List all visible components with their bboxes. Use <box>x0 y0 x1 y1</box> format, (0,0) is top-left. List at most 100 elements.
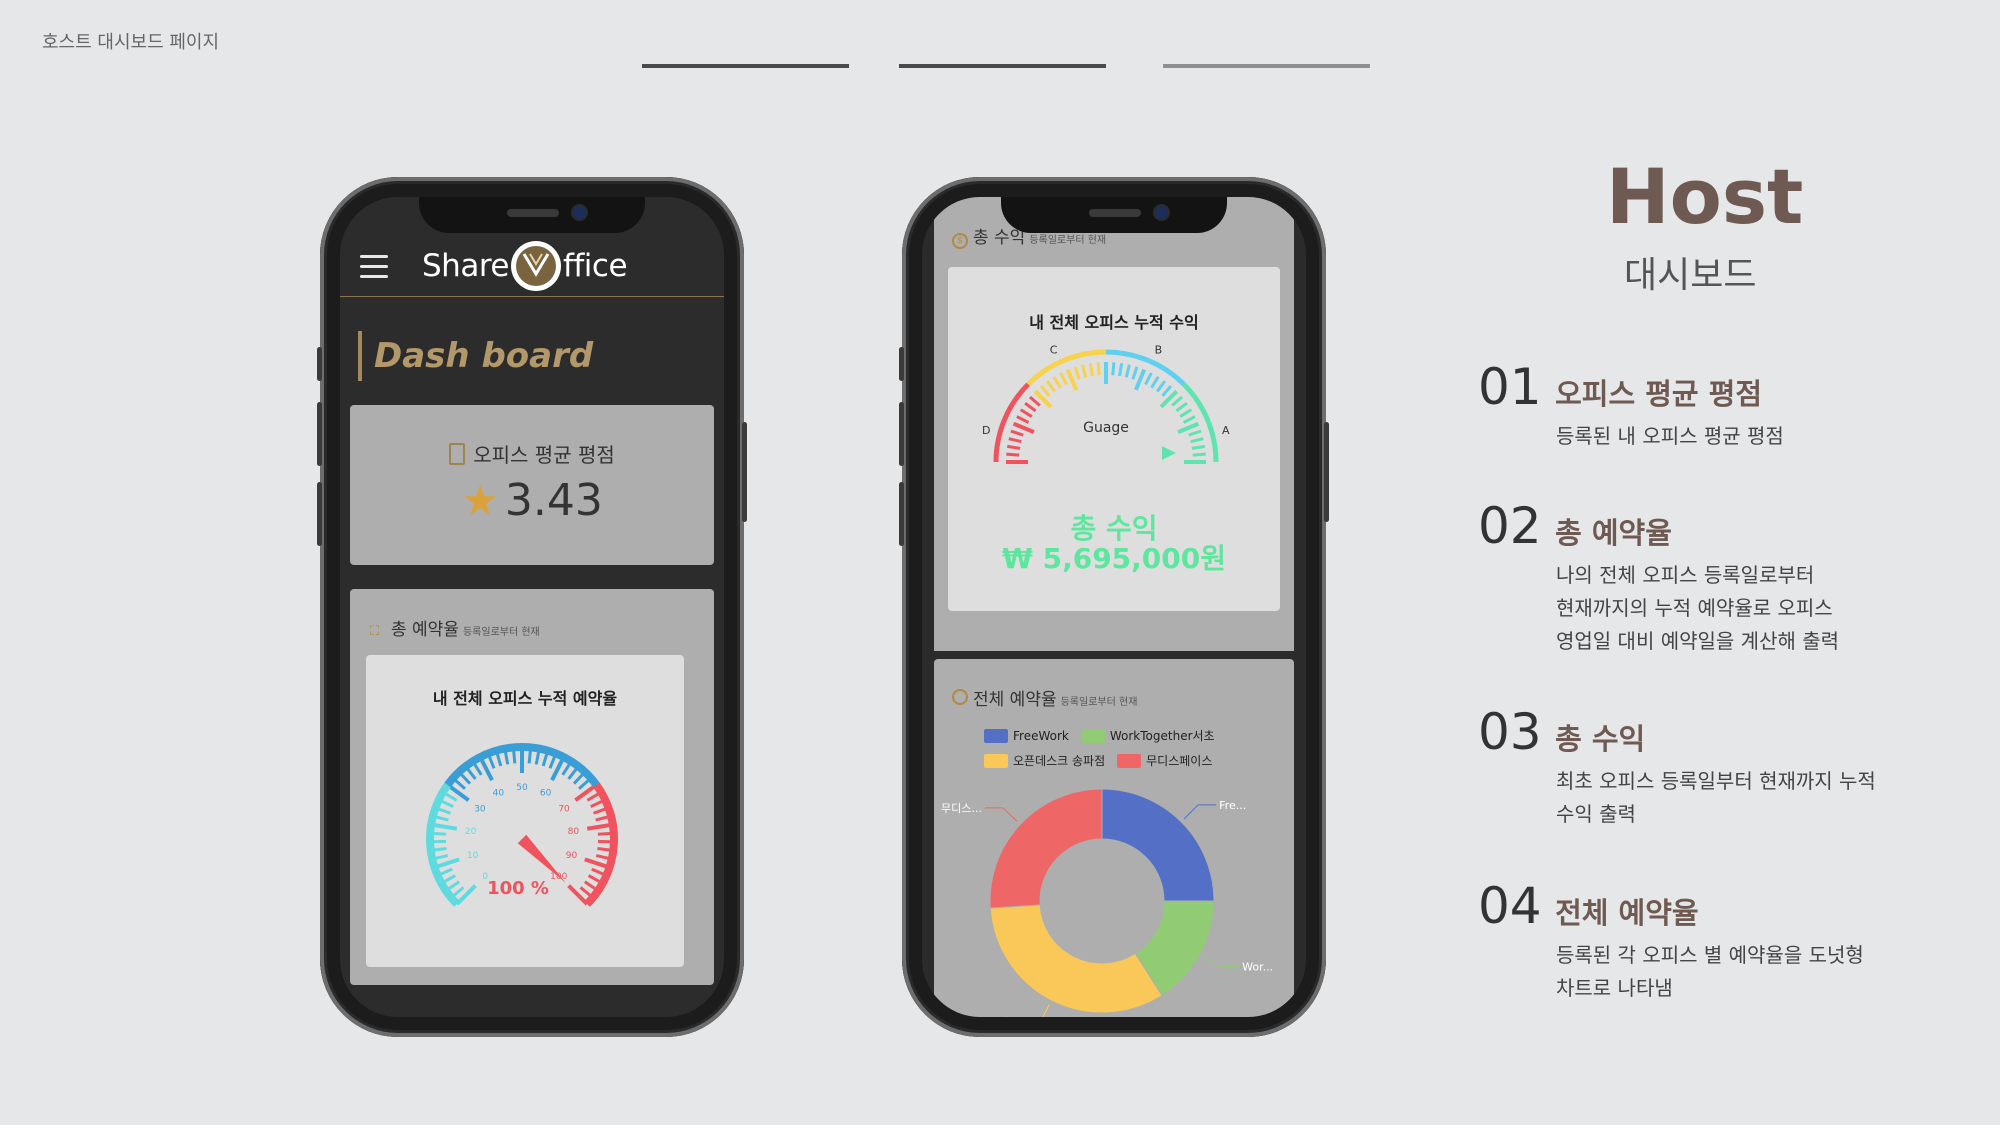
gauge-tick <box>430 822 458 831</box>
gauge-tick-label: 40 <box>493 789 505 799</box>
dollar-icon: $ <box>952 233 968 249</box>
gauge-tick <box>1144 372 1153 386</box>
feature-number: 02 <box>1478 497 1542 555</box>
gauge-tick <box>1171 395 1184 407</box>
feature-number: 04 <box>1478 877 1542 935</box>
gauge-band <box>1105 349 1186 386</box>
gauge-center-label: Guage <box>1083 420 1129 436</box>
dashboard-title: Dash board <box>358 331 593 381</box>
gauge-band <box>1026 349 1107 386</box>
gauge-tick <box>1179 408 1193 418</box>
phone-mockup-revenue: $ 총 수익 등록일로부터 현재 내 전체 오피스 누적 수익 D C B A Guage … <box>899 177 1329 1037</box>
donut-slice-label: Fre... <box>1219 799 1246 812</box>
occupancy-card-title: 전체 예약율 <box>973 690 1057 710</box>
legend-label: FreeWork <box>1013 729 1069 743</box>
gauge-tick <box>1012 421 1035 434</box>
booking-gauge-title: 내 전체 오피스 누적 예약율 <box>432 689 618 708</box>
revenue-card: $ 총 수익 등록일로부터 현재 내 전체 오피스 누적 수익 D C B A Guage … <box>934 197 1294 651</box>
sitemap-icon: ⛶ <box>370 624 380 639</box>
legend-item[interactable]: FreeWork <box>984 729 1069 743</box>
gauge-tick <box>1059 372 1068 386</box>
legend-label: WorkTogether서초 <box>1109 729 1215 743</box>
menu-icon[interactable] <box>360 255 388 285</box>
feature-number: 03 <box>1478 703 1542 761</box>
feature-section-02: 02 총 예약율 나의 전체 오피스 등록일로부터 현재까지의 누적 예약율로 오… <box>1478 497 1839 658</box>
gauge-tick <box>1024 402 1037 413</box>
phone-volume-up-button <box>317 402 322 466</box>
phone-side-button <box>899 347 904 381</box>
legend-item[interactable]: WorkTogether서초 <box>1080 727 1215 744</box>
panel-subtitle: 대시보드 <box>1624 255 1757 296</box>
phone-notch <box>1001 197 1227 233</box>
app-logo[interactable]: Share ffice <box>422 241 628 291</box>
phone-volume-up-button <box>899 402 904 466</box>
feature-title: 오피스 평균 평점 <box>1555 377 1763 411</box>
phone-screen: Share ffice Dash board 오피스 평균 평점 ★ 3.43 ⛶… <box>340 197 724 1017</box>
booking-card-title: 총 예약율 <box>391 620 459 640</box>
revenue-card-subtitle: 등록일로부터 현재 <box>1029 235 1107 246</box>
booking-card-header: ⛶ 총 예약율 등록일로부터 현재 <box>370 615 540 640</box>
occupancy-card-header: 전체 예약율 등록일로부터 현재 <box>952 685 1137 710</box>
gauge-tick <box>1182 415 1196 424</box>
gauge-tick-label: 80 <box>568 827 580 837</box>
gauge-pointer <box>1162 446 1176 460</box>
booking-card-subtitle: 등록일로부터 현재 <box>462 627 540 638</box>
revenue-card-title: 총 수익 <box>973 228 1026 248</box>
feature-section-03: 03 총 수익 최초 오피스 등록일부터 현재까지 누적 수익 출력 <box>1478 703 1876 831</box>
gauge-tick-label: 10 <box>467 851 479 861</box>
gauge-tick <box>1096 362 1101 376</box>
legend-swatch <box>1080 729 1105 743</box>
gauge-tick-label: 30 <box>474 804 486 814</box>
gauge-tick <box>1065 368 1078 391</box>
gauge-tick-label: 70 <box>558 804 570 814</box>
progress-segment-3 <box>1163 64 1370 68</box>
phone-power-button <box>742 422 747 522</box>
rating-card-header: 오피스 평균 평점 <box>350 439 714 468</box>
feature-title: 총 수익 <box>1555 722 1646 756</box>
gauge-tick <box>1175 402 1188 413</box>
panel-title: Host <box>1606 152 1804 241</box>
gauge-tick <box>1192 452 1206 457</box>
feature-number: 01 <box>1478 358 1542 416</box>
feature-description: 등록된 내 오피스 평균 평점 <box>1556 424 1784 448</box>
donut-leader-line <box>1042 1004 1050 1017</box>
gauge-tick <box>1073 366 1081 380</box>
rating-card-title: 오피스 평균 평점 <box>473 443 615 467</box>
pie-chart-icon <box>952 689 968 705</box>
star-icon: ★ <box>461 476 499 525</box>
gauge-tick <box>1006 444 1021 450</box>
gauge-band <box>993 382 1030 463</box>
gauge-tick <box>586 822 614 831</box>
feature-description: 나의 전체 오피스 등록일로부터 현재까지의 누적 예약율로 오피스 영업일 대비 … <box>1556 563 1840 653</box>
app-header: Share ffice <box>340 233 724 297</box>
gauge-tick-label: 90 <box>566 851 578 861</box>
gauge-tick <box>1124 364 1131 378</box>
gauge-tick <box>1016 415 1030 424</box>
revenue-gauge-title: 내 전체 오피스 누적 수익 <box>1029 313 1199 332</box>
gauge-band-label: A <box>1222 424 1230 437</box>
gauge-tick <box>433 857 460 870</box>
booking-gauge-card: 내 전체 오피스 누적 예약율 010203040506070809010010… <box>366 655 684 967</box>
feature-section-01: 01 오피스 평균 평점 등록된 내 오피스 평균 평점 <box>1478 358 1784 453</box>
gauge-tick-label: 50 <box>516 783 528 793</box>
gauge-tick <box>1039 384 1051 397</box>
donut-leader-line <box>1183 804 1217 820</box>
booking-gauge-chart: 0102030405060708090100100 % <box>426 743 618 907</box>
rating-value: 3.43 <box>504 475 603 526</box>
gauge-tick <box>1019 408 1033 418</box>
booking-rate-card: ⛶ 총 예약율 등록일로부터 현재 내 전체 오피스 누적 예약율 0 10 20 30 4… <box>350 589 714 985</box>
feature-title: 총 예약율 <box>1555 516 1672 550</box>
legend-swatch <box>984 729 1008 743</box>
phone-notch <box>419 197 645 233</box>
revenue-gauge-card: 내 전체 오피스 누적 수익 D C B A Guage 총 수익 ₩ 5,695,00… <box>948 267 1280 611</box>
phone-screen: $ 총 수익 등록일로부터 현재 내 전체 오피스 누적 수익 D C B A Guage … <box>922 197 1306 1017</box>
donut-slice-label: 오픈데... <box>978 1016 1019 1017</box>
occupancy-card-subtitle: 등록일로부터 현재 <box>1060 697 1138 708</box>
gauge-tick <box>1177 421 1200 434</box>
progress-segment-1 <box>642 64 849 68</box>
gauge-tick <box>1006 452 1020 457</box>
gauge-tick <box>1111 362 1116 376</box>
gauge-tick-label: 60 <box>540 789 552 799</box>
gauge-value-label: 100 % <box>487 878 549 899</box>
gauge-tick <box>1150 375 1160 389</box>
